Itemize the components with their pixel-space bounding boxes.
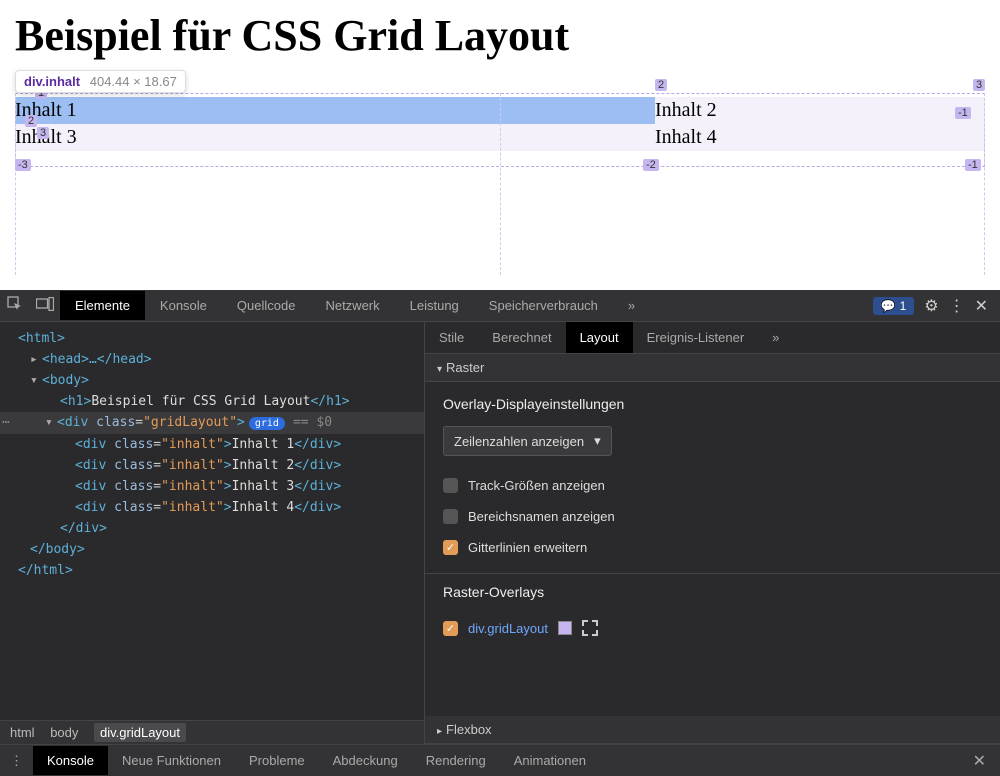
checkbox-area-names[interactable] [443,509,458,524]
dom-node[interactable]: <body> [42,373,89,388]
dom-node[interactable]: <div class="inhalt">Inhalt 2</div> [0,455,424,476]
grid-line-number: 2 [25,115,37,127]
color-swatch[interactable] [558,621,572,635]
dom-node[interactable]: <head>…</head> [42,352,152,367]
grid-line-number: 3 [37,127,49,139]
tabs-more[interactable]: » [613,291,650,320]
chevron-down-icon: ▾ [594,433,601,449]
messages-count: 1 [900,299,907,313]
devtools-tab-bar: Elemente Konsole Quellcode Netzwerk Leis… [0,290,1000,322]
grid-line-number: -3 [15,159,31,171]
tab-memory[interactable]: Speicherverbrauch [474,291,613,320]
divider [425,573,1000,574]
tooltip-dimensions: 404.44 × 18.67 [90,74,177,89]
section-label: Flexbox [446,722,492,737]
styles-side-panel: Stile Berechnet Layout Ereignis-Listener… [425,322,1000,744]
dom-node[interactable]: <h1> [60,394,91,409]
tab-sources[interactable]: Quellcode [222,291,311,320]
select-value: Zeilenzahlen anzeigen [454,434,584,449]
messages-badge[interactable]: 💬1 [873,297,915,315]
dom-node[interactable]: </body> [30,542,85,557]
breadcrumb-item[interactable]: div.gridLayout [94,723,186,742]
tab-styles[interactable]: Stile [425,322,478,353]
section-flexbox[interactable]: ▸ Flexbox [425,716,1000,744]
dom-node[interactable]: <html> [18,331,65,346]
tab-layout[interactable]: Layout [566,322,633,353]
element-tooltip: div.inhalt 404.44 × 18.67 [15,70,186,93]
tab-console[interactable]: Konsole [145,291,222,320]
grid-overlay: 1 2 3 2 3 -1 -3 -2 -1 Inhalt 1 Inhalt 2 … [15,97,985,151]
rendered-page: Beispiel für CSS Grid Layout div.inhalt … [0,0,1000,290]
tab-elements[interactable]: Elemente [60,291,145,320]
checkbox-label: Track-Größen anzeigen [468,478,605,493]
tab-event-listeners[interactable]: Ereignis-Listener [633,322,759,353]
drawer-tab-issues[interactable]: Probleme [235,746,319,775]
checkbox-track-sizes[interactable] [443,478,458,493]
chevron-down-icon: ▾ [437,364,442,375]
raster-overlays-heading: Raster-Overlays [443,584,982,600]
checkbox-label: Gitterlinien erweitern [468,540,587,555]
checkbox-label: Bereichsnamen anzeigen [468,509,615,524]
drawer-tab-whatsnew[interactable]: Neue Funktionen [108,746,235,775]
breadcrumb-item[interactable]: html [10,725,35,740]
breadcrumb: html body div.gridLayout [0,720,424,744]
dom-text: Beispiel für CSS Grid Layout [91,394,310,409]
dom-tree[interactable]: <html> ▸<head>…</head> ▾<body> <h1>Beisp… [0,322,424,720]
side-tabs-more[interactable]: » [758,322,793,353]
drawer-tab-rendering[interactable]: Rendering [412,746,500,775]
chat-icon: 💬 [881,299,896,313]
section-raster[interactable]: ▾ Raster [425,354,1000,382]
grid-dashed-mid [500,93,501,275]
dom-node[interactable]: </html> [18,563,73,578]
drawer-tab-console[interactable]: Konsole [33,746,108,775]
grid-line-number: -1 [965,159,981,171]
expand-icon[interactable]: ▸ [30,349,42,370]
grid-line-number: -1 [955,107,971,119]
drawer-tab-coverage[interactable]: Abdeckung [319,746,412,775]
grid-line-number: -2 [643,159,659,171]
checkbox-grid-overlay[interactable]: ✓ [443,621,458,636]
dom-panel: <html> ▸<head>…</head> ▾<body> <h1>Beisp… [0,322,425,744]
dom-selected-node[interactable]: ▾<div class="gridLayout">grid== $0 [0,412,424,434]
collapse-icon[interactable]: ▾ [45,412,57,433]
tooltip-selector: div.inhalt [24,74,80,89]
drawer-kebab-icon[interactable]: ⋮ [0,753,33,769]
line-numbers-select[interactable]: Zeilenzahlen anzeigen ▾ [443,426,612,456]
gear-icon[interactable]: ⚙ [924,296,938,316]
overlay-settings-heading: Overlay-Displayeinstellungen [443,396,982,412]
grid-overlay-link[interactable]: div.gridLayout [468,621,548,636]
devtools-panel: Elemente Konsole Quellcode Netzwerk Leis… [0,290,1000,776]
inspect-icon[interactable] [0,296,30,315]
page-title: Beispiel für CSS Grid Layout [15,10,985,61]
grid-line-number: 3 [973,79,985,91]
drawer-tab-animations[interactable]: Animationen [500,746,600,775]
dollar-zero: == $0 [293,415,332,430]
tab-network[interactable]: Netzwerk [310,291,394,320]
section-label: Raster [446,360,484,375]
drawer-close-icon[interactable]: ✕ [959,751,1000,771]
kebab-icon[interactable]: ⋮ [949,296,965,316]
grid-badge[interactable]: grid [249,417,285,430]
devtools-drawer: ⋮ Konsole Neue Funktionen Probleme Abdec… [0,744,1000,776]
breadcrumb-item[interactable]: body [50,725,78,740]
close-icon[interactable]: ✕ [975,296,988,316]
tab-performance[interactable]: Leistung [395,291,474,320]
dom-node[interactable]: <div class="inhalt">Inhalt 1</div> [0,434,424,455]
dom-node[interactable]: </div> [60,521,107,536]
device-toggle-icon[interactable] [30,297,60,314]
dom-node: </h1> [310,394,349,409]
tab-computed[interactable]: Berechnet [478,322,565,353]
dashed-pattern-icon[interactable] [582,620,598,636]
side-tabs: Stile Berechnet Layout Ereignis-Listener… [425,322,1000,354]
dom-node[interactable]: <div class="inhalt">Inhalt 4</div> [0,497,424,518]
grid-line-number: 2 [655,79,667,91]
collapse-icon[interactable]: ▾ [30,370,42,391]
dom-node[interactable]: <div class="inhalt">Inhalt 3</div> [0,476,424,497]
chevron-right-icon: ▸ [437,726,442,737]
checkbox-extend-gridlines[interactable]: ✓ [443,540,458,555]
